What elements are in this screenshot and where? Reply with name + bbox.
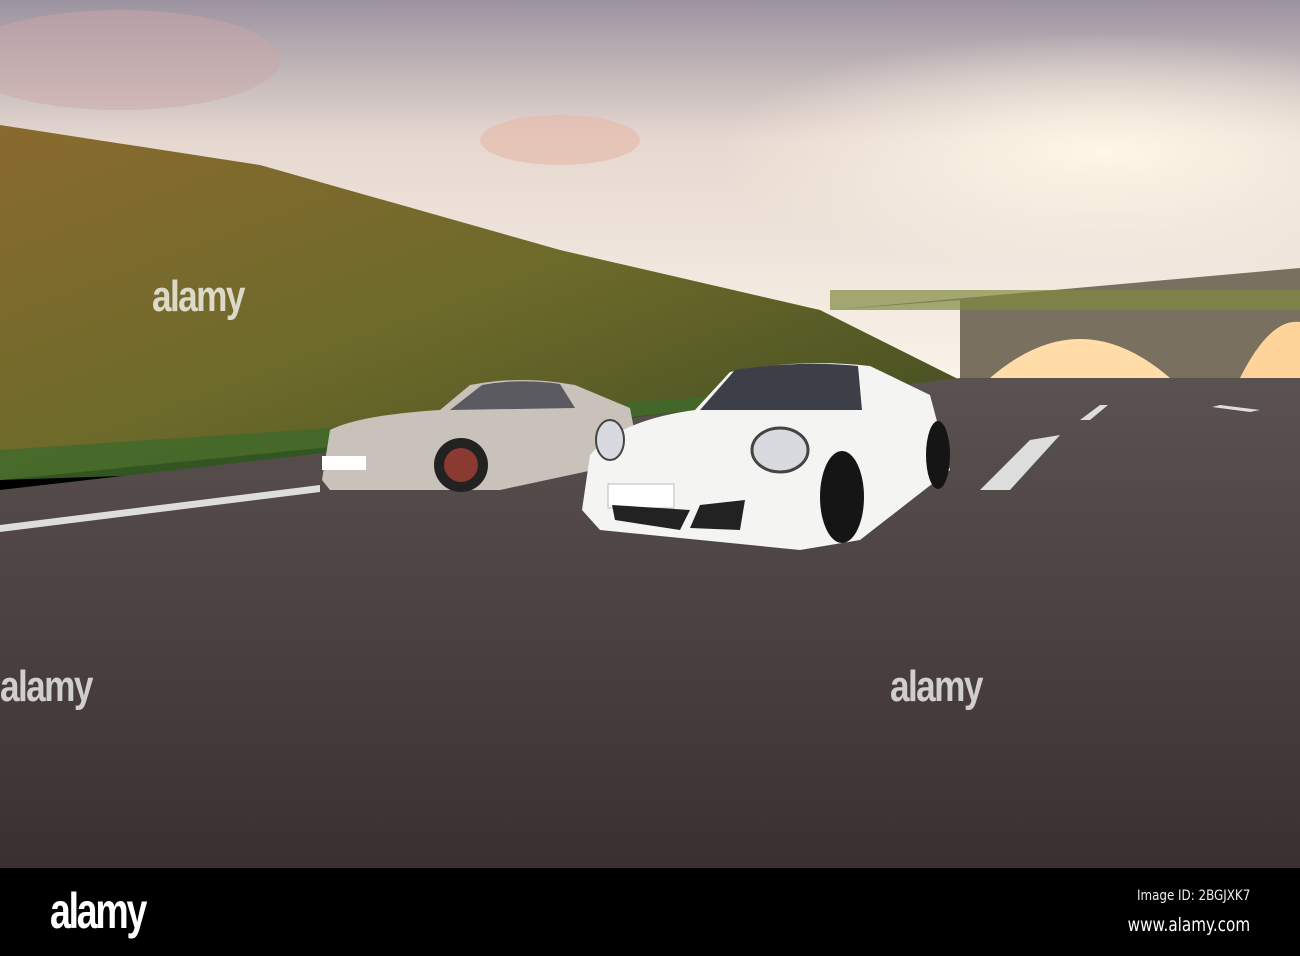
alamy-logo: alamy bbox=[50, 883, 147, 939]
watermark: alamy bbox=[890, 662, 983, 711]
watermark: alamy bbox=[0, 662, 93, 711]
image-id: Image ID: 2BGJXK7 bbox=[1136, 888, 1250, 904]
watermark: alamy bbox=[152, 272, 245, 321]
footer-bar: alamy Image ID: 2BGJXK7 www.alamy.com bbox=[0, 868, 1300, 956]
photo-two-sports-cars-on-highway bbox=[0, 0, 1300, 868]
website-url: www.alamy.com bbox=[1127, 914, 1250, 936]
